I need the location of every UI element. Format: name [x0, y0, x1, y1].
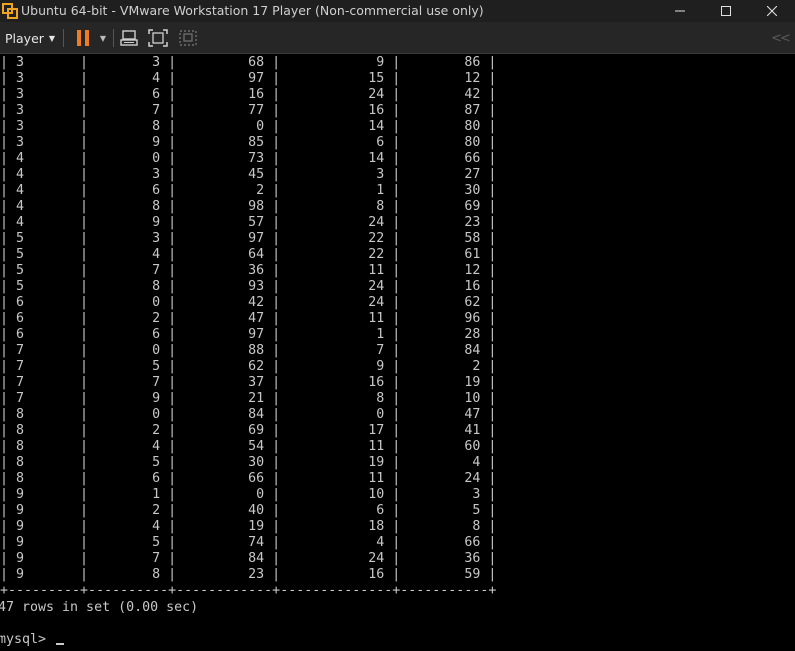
table-row: | 5 | 8 | 93 | 24 | 16 | — [0, 279, 497, 294]
table-row: | 5 | 7 | 36 | 11 | 12 | — [0, 263, 497, 278]
dropdown-icon: ▼ — [99, 33, 107, 43]
table-row: | 3 | 4 | 97 | 15 | 12 | — [0, 71, 497, 86]
close-icon — [767, 6, 777, 16]
table-row: | 9 | 2 | 40 | 6 | 5 | — [0, 503, 497, 518]
player-menu-button[interactable]: Player ▼ — [0, 22, 60, 54]
table-row: | 5 | 3 | 97 | 22 | 58 | — [0, 231, 497, 246]
table-row: | 3 | 8 | 0 | 14 | 80 | — [0, 119, 497, 134]
table-row: | 3 | 9 | 85 | 6 | 80 | — [0, 135, 497, 150]
table-row: | 9 | 7 | 84 | 24 | 36 | — [0, 551, 497, 566]
table-row: | 3 | 3 | 68 | 9 | 86 | — [0, 55, 497, 70]
minimize-icon — [675, 10, 685, 12]
fullscreen-icon — [148, 29, 168, 47]
table-row: | 4 | 9 | 57 | 24 | 23 | — [0, 215, 497, 230]
table-row: | 8 | 6 | 66 | 11 | 24 | — [0, 471, 497, 486]
table-row: | 6 | 0 | 42 | 24 | 62 | — [0, 295, 497, 310]
table-bottom-border: +---------+----------+------------+-----… — [0, 583, 497, 598]
table-row: | 7 | 5 | 62 | 9 | 2 | — [0, 359, 497, 374]
table-row: | 4 | 8 | 98 | 8 | 69 | — [0, 199, 497, 214]
vmware-logo-icon[interactable] — [2, 3, 18, 19]
send-ctrl-alt-del-button[interactable] — [119, 27, 141, 49]
pause-icon — [77, 30, 89, 46]
table-row: | 3 | 6 | 16 | 24 | 42 | — [0, 87, 497, 102]
toolbar-divider — [113, 29, 114, 47]
table-row: | 9 | 5 | 74 | 4 | 66 | — [0, 535, 497, 550]
table-row: | 4 | 6 | 2 | 1 | 30 | — [0, 183, 497, 198]
unity-button[interactable] — [177, 27, 199, 49]
maximize-button[interactable] — [703, 0, 749, 22]
table-row: | 8 | 4 | 54 | 11 | 60 | — [0, 439, 497, 454]
fullscreen-button[interactable] — [147, 27, 169, 49]
table-row: | 8 | 2 | 69 | 17 | 41 | — [0, 423, 497, 438]
table-row: | 6 | 2 | 47 | 11 | 96 | — [0, 311, 497, 326]
table-row: | 9 | 4 | 19 | 18 | 8 | — [0, 519, 497, 534]
terminal-screen[interactable]: | 3 | 3 | 68 | 9 | 86 | | 3 | 4 | 97 | 15… — [0, 55, 795, 651]
power-dropdown-button[interactable]: ▼ — [96, 27, 110, 49]
table-row: | 8 | 5 | 30 | 19 | 4 | — [0, 455, 497, 470]
vmware-toolbar: Player ▼ ▼ << — [0, 22, 795, 54]
table-row: | 9 | 8 | 23 | 16 | 59 | — [0, 567, 497, 582]
table-row: | 3 | 7 | 77 | 16 | 87 | — [0, 103, 497, 118]
mysql-prompt: mysql> — [0, 632, 55, 647]
table-row: | 4 | 3 | 45 | 3 | 27 | — [0, 167, 497, 182]
minimize-button[interactable] — [657, 0, 703, 22]
chevron-down-icon: ▼ — [48, 33, 56, 43]
close-button[interactable] — [749, 0, 795, 22]
table-row: | 6 | 6 | 97 | 1 | 28 | — [0, 327, 497, 342]
table-row: | 7 | 0 | 88 | 7 | 84 | — [0, 343, 497, 358]
query-result-table: | 3 | 3 | 68 | 9 | 86 | | 3 | 4 | 97 | 15… — [0, 55, 496, 583]
window-title-bar: Ubuntu 64-bit - VMware Workstation 17 Pl… — [0, 0, 795, 22]
unity-icon — [179, 30, 197, 46]
maximize-icon — [721, 6, 731, 16]
table-row: | 7 | 9 | 21 | 8 | 10 | — [0, 391, 497, 406]
table-row: | 5 | 4 | 64 | 22 | 61 | — [0, 247, 497, 262]
player-menu-label: Player — [5, 30, 44, 46]
table-row: | 7 | 7 | 37 | 16 | 19 | — [0, 375, 497, 390]
table-row: | 8 | 0 | 84 | 0 | 47 | — [0, 407, 497, 422]
collapse-toolbar-button[interactable]: << — [770, 27, 791, 49]
table-row: | 9 | 1 | 0 | 10 | 3 | — [0, 487, 497, 502]
pause-button[interactable] — [73, 27, 93, 49]
table-row: | 4 | 0 | 73 | 14 | 66 | — [0, 151, 497, 166]
text-cursor — [56, 643, 65, 645]
command-prompt[interactable]: mysql> — [0, 632, 65, 648]
window-title: Ubuntu 64-bit - VMware Workstation 17 Pl… — [21, 3, 484, 18]
send-ctrl-alt-del-icon — [120, 30, 138, 46]
toolbar-divider — [63, 29, 64, 47]
collapse-icon: << — [771, 30, 791, 46]
result-summary: 47 rows in set (0.00 sec) — [0, 600, 199, 615]
